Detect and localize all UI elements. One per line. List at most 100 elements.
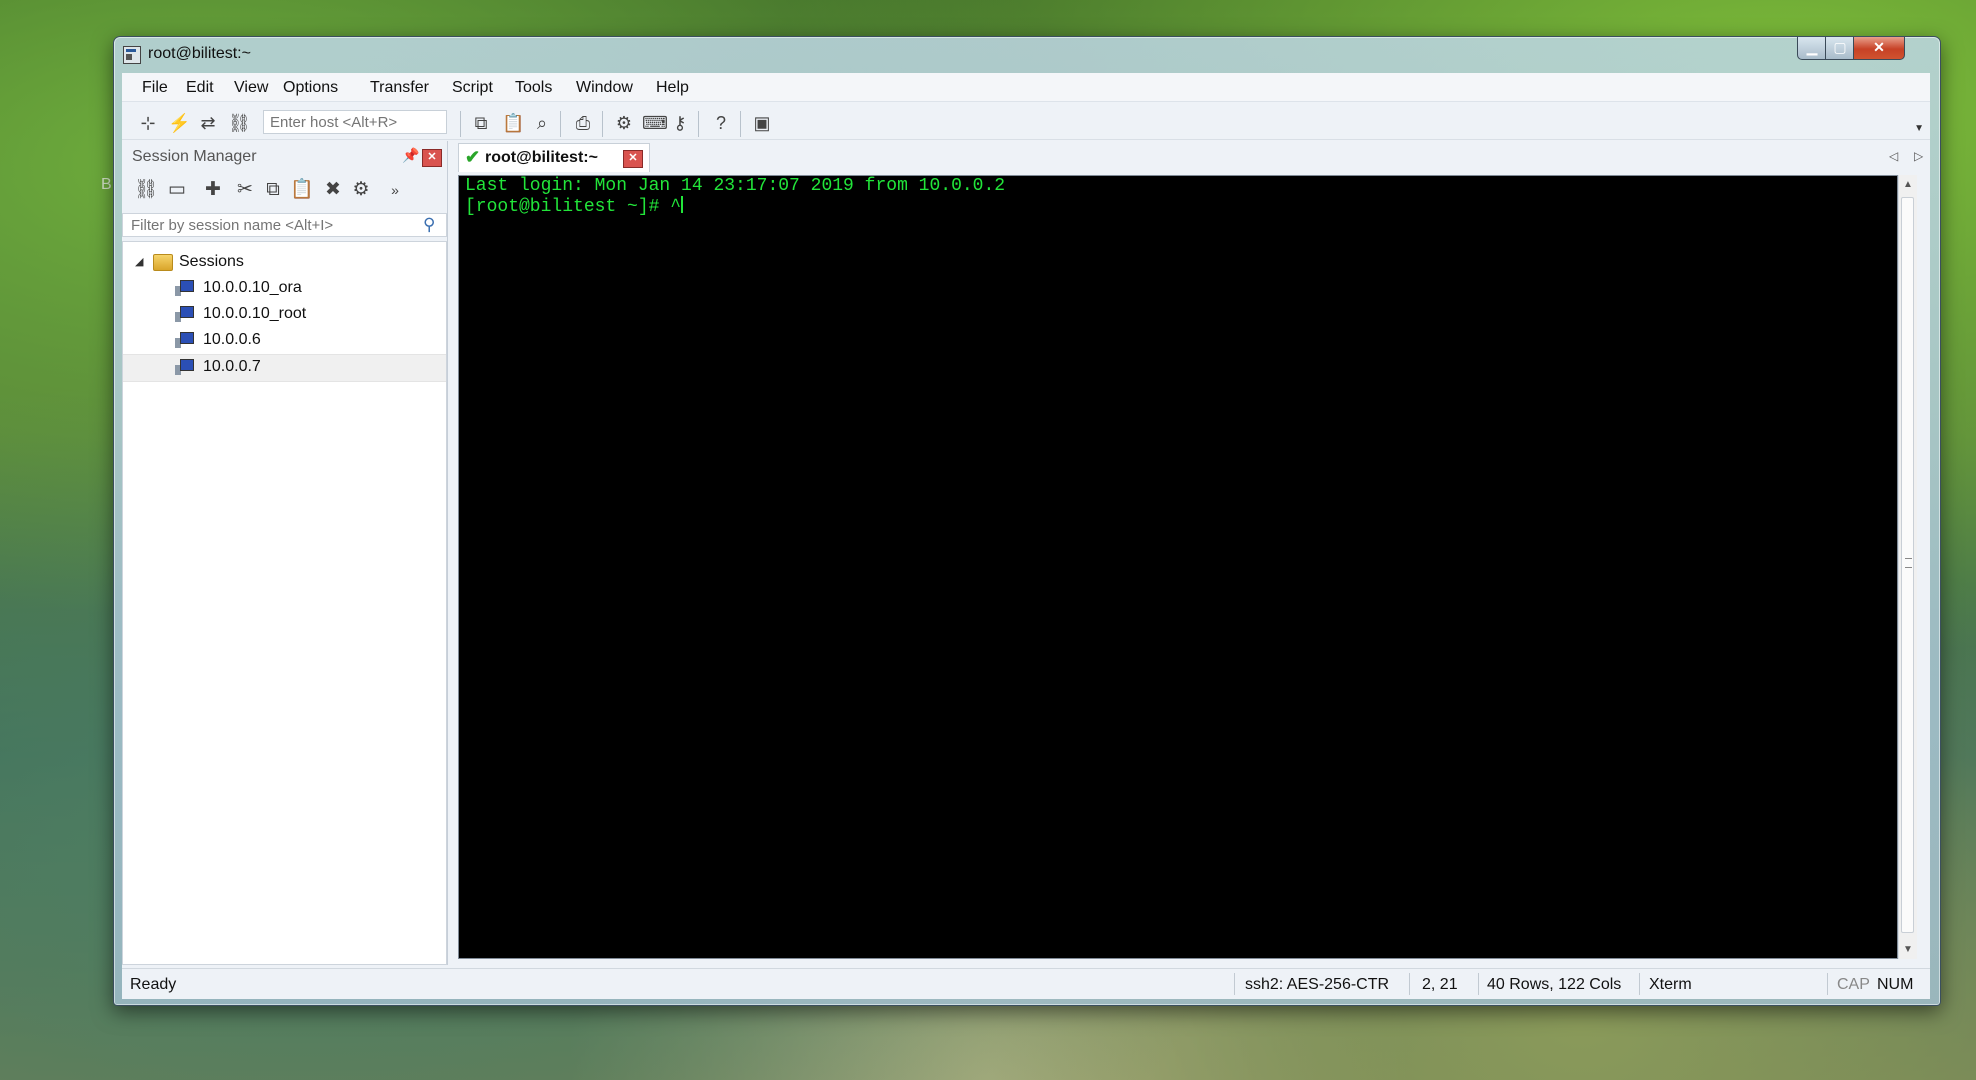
collapse-icon[interactable]: ◢ [135,255,143,268]
minimize-button[interactable]: ▁ [1797,37,1827,60]
toolbar-overflow-icon[interactable]: ▼ [1914,123,1924,134]
menu-window[interactable]: Window [576,79,633,97]
session-manager-title: Session Manager [132,148,257,165]
connect-icon[interactable]: ⊹ [138,113,158,133]
print-icon[interactable]: ⎙ [573,113,593,133]
status-divider [1639,973,1640,995]
terminal-prompt-line: [root@bilitest ~]# ^ [465,196,684,217]
session-manager-close-button[interactable]: ✕ [422,149,442,167]
link-icon[interactable]: ⛓ [134,179,158,201]
window-title: root@bilitest:~ [148,45,251,62]
toolbar-divider [740,111,741,137]
session-label: 10.0.0.7 [203,358,261,375]
grip-icon [1905,558,1912,568]
settings-icon[interactable]: ⚙ [614,113,634,133]
paste-icon[interactable]: 📋 [502,113,524,133]
copy-session-icon[interactable]: ⧉ [262,179,284,201]
status-bar: Ready ssh2: AES-256-CTR 2, 21 40 Rows, 1… [122,968,1930,999]
toolbar-divider [698,111,699,137]
status-divider [1409,973,1410,995]
key-icon[interactable]: ⚷ [670,113,690,133]
connected-check-icon: ✔ [465,147,481,167]
session-label: 10.0.0.10_root [203,305,307,322]
folder-label: Sessions [179,253,244,270]
status-cursor-position: 2, 21 [1422,976,1458,993]
tab-next-icon[interactable]: ▷ [1914,149,1923,163]
session-item-selected[interactable]: 10.0.0.7 [123,354,446,382]
toolbar-divider [602,111,603,137]
session-item[interactable]: 10.0.0.6 [123,328,446,354]
session-manager-header: Session Manager 📌 ✕ [122,141,447,171]
menu-file[interactable]: File [142,79,168,97]
menu-tools[interactable]: Tools [515,79,552,97]
properties-icon[interactable]: ⚙ [350,179,372,201]
pin-icon[interactable]: 📌 [402,147,419,164]
menu-transfer[interactable]: Transfer [370,79,429,97]
menu-edit[interactable]: Edit [186,79,214,97]
host-input[interactable] [263,110,447,134]
toolbar-divider [560,111,561,137]
menu-help[interactable]: Help [656,79,689,97]
tree-folder-sessions[interactable]: ◢ Sessions [123,250,446,276]
terminal-scrollbar[interactable]: ▲ ▼ [1898,175,1917,959]
tab-label: root@bilitest:~ [485,149,598,166]
status-terminal-size: 40 Rows, 122 Cols [1487,976,1622,993]
status-divider [1478,973,1479,995]
session-tree: ◢ Sessions 10.0.0.10_ora 10.0.0.10_root … [122,241,447,965]
tab-close-button[interactable]: ✕ [623,150,643,168]
scrollbar-thumb[interactable] [1901,197,1914,933]
keymap-icon[interactable]: ⌨ [642,113,668,133]
status-divider [1827,973,1828,995]
status-terminal-type: Xterm [1649,976,1692,993]
session-manager-panel: Session Manager 📌 ✕ ⛓ ▭ ✚ ✂ ⧉ 📋 ✖ ⚙ » ⚲ … [122,141,448,965]
terminal-prompt: [root@bilitest ~]# ^ [465,197,682,217]
close-button[interactable]: ✕ [1853,37,1905,60]
securecrt-window: root@bilitest:~ ▁ ▢ ✕ File Edit View Opt… [113,36,1941,1006]
session-tabstrip: ✔ root@bilitest:~ ✕ ◁ ▷ [454,141,1930,173]
menu-script[interactable]: Script [452,79,493,97]
maximize-button[interactable]: ▢ [1825,37,1855,60]
session-icon [175,359,194,375]
session-label: 10.0.0.10_ora [203,279,302,296]
status-cipher: ssh2: AES-256-CTR [1245,976,1390,993]
app-icon[interactable] [123,46,141,64]
screenshot-icon[interactable]: ▣ [752,113,772,133]
scroll-down-icon[interactable]: ▼ [1903,944,1913,955]
menu-view[interactable]: View [234,79,268,97]
terminal-view[interactable]: Last login: Mon Jan 14 23:17:07 2019 fro… [458,175,1898,959]
search-icon[interactable]: ⚲ [423,215,435,235]
session-manager-toolbar: ⛓ ▭ ✚ ✂ ⧉ 📋 ✖ ⚙ » [122,171,447,207]
disconnect-icon[interactable]: ⛓ [228,113,251,133]
reconnect-icon[interactable]: ⇄ [198,113,218,133]
session-item[interactable]: 10.0.0.10_root [123,302,446,328]
title-bar[interactable]: root@bilitest:~ ▁ ▢ ✕ [114,37,1940,71]
cut-icon[interactable]: ✂ [234,179,256,201]
help-icon[interactable]: ? [711,113,731,133]
terminal-line: Last login: Mon Jan 14 23:17:07 2019 fro… [465,176,1006,196]
main-toolbar: ⊹ ⚡ ⇄ ⛓ ⧉ 📋 ⌕ ⎙ ⚙ ⌨ ⚷ ? ▣ ▼ [122,103,1930,140]
copy-icon[interactable]: ⧉ [471,113,491,133]
add-session-icon[interactable]: ✚ [202,179,224,201]
quick-connect-icon[interactable]: ⚡ [168,113,190,133]
status-caps-lock: CAP [1837,976,1870,993]
session-icon [175,306,194,322]
scroll-up-icon[interactable]: ▲ [1903,179,1913,190]
tab-root-bilitest[interactable]: ✔ root@bilitest:~ ✕ [458,143,650,172]
more-icon[interactable]: » [384,179,406,201]
session-icon [175,332,194,348]
session-icon [175,280,194,296]
terminal-cursor [681,196,684,213]
session-label: 10.0.0.6 [203,331,261,348]
session-item[interactable]: 10.0.0.10_ora [123,276,446,302]
status-ready: Ready [130,976,177,993]
menu-bar: File Edit View Options Transfer Script T… [122,73,1930,102]
new-tab-icon[interactable]: ▭ [166,179,188,201]
delete-icon[interactable]: ✖ [322,179,344,201]
menu-options[interactable]: Options [283,79,338,97]
session-filter-input[interactable] [122,213,447,237]
folder-icon [153,254,173,271]
status-num-lock: NUM [1877,976,1914,993]
find-icon[interactable]: ⌕ [532,113,552,133]
paste-session-icon[interactable]: 📋 [290,179,314,201]
tab-prev-icon[interactable]: ◁ [1889,149,1898,163]
